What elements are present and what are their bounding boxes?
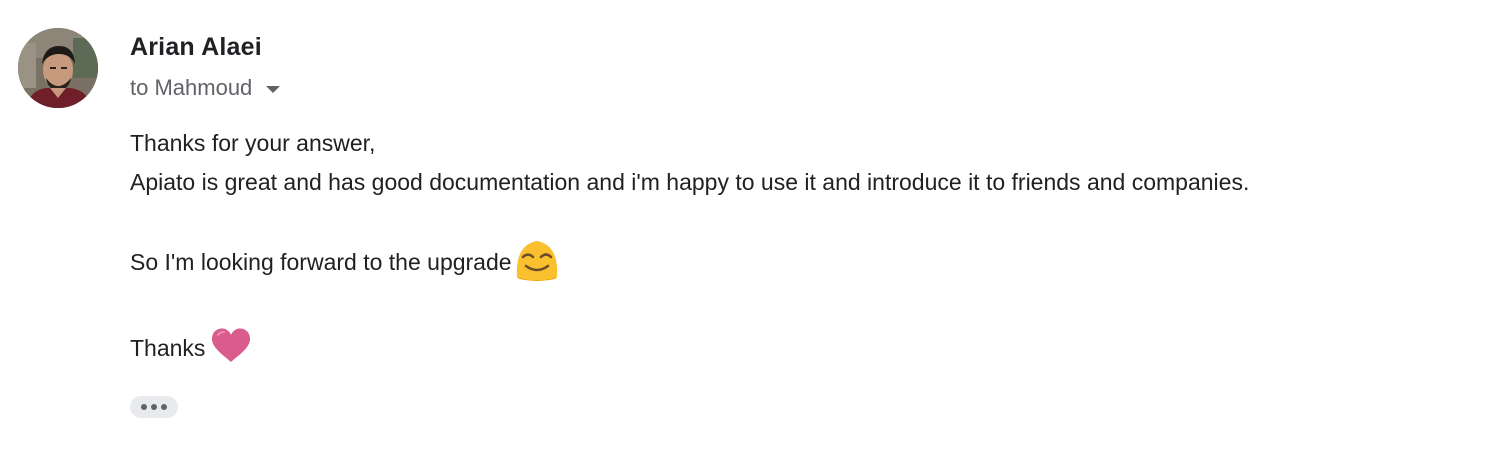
chevron-down-icon[interactable] [266, 85, 281, 93]
recipient-label: to Mahmoud [130, 75, 253, 100]
recipient-details-toggle[interactable]: to Mahmoud [130, 73, 281, 103]
avatar[interactable] [18, 28, 98, 108]
body-text-signoff: Thanks [130, 334, 206, 361]
show-trimmed-content-button[interactable] [130, 396, 178, 418]
body-text-forward: So I'm looking forward to the upgrade [130, 248, 512, 275]
more-horizontal-icon-dot-3 [161, 404, 167, 410]
avatar-image [18, 28, 98, 108]
smiling-face-icon [513, 237, 561, 287]
heart-icon [210, 327, 252, 369]
message-body-line-3: So I'm looking forward to the upgrade [130, 240, 561, 284]
more-horizontal-icon-dot-2 [151, 404, 157, 410]
body-text-greeting: Thanks for your answer, [130, 129, 376, 156]
body-text-main: Apiato is great and has good documentati… [130, 168, 1250, 195]
message-body-line-1: Thanks for your answer, [130, 128, 375, 158]
message-body-line-2: Apiato is great and has good documentati… [130, 167, 1249, 197]
more-horizontal-icon-dot-1 [141, 404, 147, 410]
message-body-line-4: Thanks [130, 326, 252, 370]
sender-name: Arian Alaei [130, 33, 262, 61]
